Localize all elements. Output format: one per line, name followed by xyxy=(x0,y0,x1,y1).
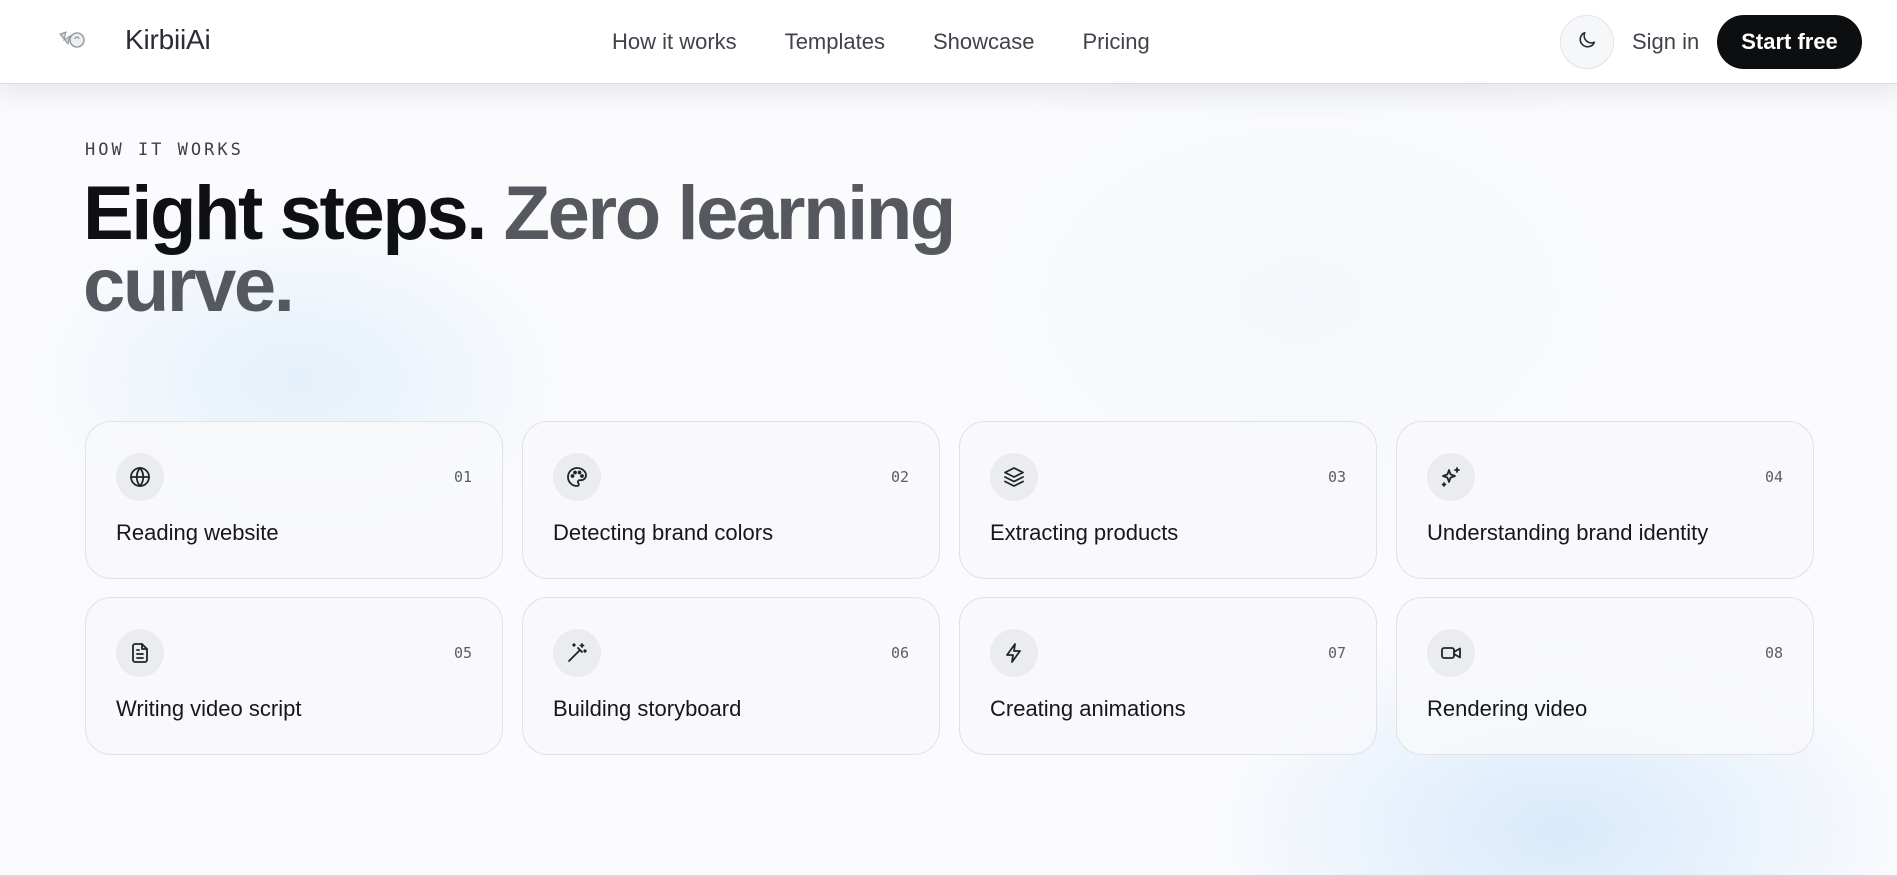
step-card: 05 Writing video script xyxy=(85,597,503,755)
start-free-button[interactable]: Start free xyxy=(1717,15,1862,69)
section-headline: Eight steps. Zero learning curve. xyxy=(83,176,983,324)
sign-in-link[interactable]: Sign in xyxy=(1632,28,1699,56)
step-label: Reading website xyxy=(116,520,279,545)
nav-link-showcase[interactable]: Showcase xyxy=(933,28,1035,56)
brand-name[interactable]: KirbiiAi xyxy=(125,24,211,56)
step-number: 07 xyxy=(1327,644,1346,662)
section-eyebrow: HOW IT WORKS xyxy=(85,140,244,160)
main-nav: How it works Templates Showcase Pricing xyxy=(612,28,1150,56)
step-label: Rendering video xyxy=(1427,696,1588,721)
step-label: Extracting products xyxy=(990,520,1179,545)
step-number: 03 xyxy=(1327,468,1346,486)
step-card: 03 Extracting products xyxy=(959,421,1377,579)
palette-icon xyxy=(553,453,601,501)
video-camera-icon xyxy=(1427,629,1475,677)
sparkle-logo-icon[interactable] xyxy=(56,24,90,58)
step-number: 05 xyxy=(453,644,472,662)
lightning-icon xyxy=(990,629,1038,677)
nav-link-how-it-works[interactable]: How it works xyxy=(612,28,737,56)
step-label: Writing video script xyxy=(116,696,302,721)
step-card: 04 Understanding brand identity xyxy=(1396,421,1814,579)
layers-icon xyxy=(990,453,1038,501)
step-label: Understanding brand identity xyxy=(1427,520,1709,545)
step-card: 06 Building storyboard xyxy=(522,597,940,755)
step-number: 02 xyxy=(890,468,909,486)
step-number: 08 xyxy=(1764,644,1783,662)
step-label: Creating animations xyxy=(990,696,1186,721)
step-card: 02 Detecting brand colors xyxy=(522,421,940,579)
top-nav-bar: KirbiiAi How it works Templates Showcase… xyxy=(0,0,1897,84)
step-number: 01 xyxy=(453,468,472,486)
step-card: 01 Reading website xyxy=(85,421,503,579)
document-icon xyxy=(116,629,164,677)
step-card: 08 Rendering video xyxy=(1396,597,1814,755)
step-number: 04 xyxy=(1764,468,1783,486)
step-label: Building storyboard xyxy=(553,696,742,721)
step-label: Detecting brand colors xyxy=(553,520,774,545)
sparkles-icon xyxy=(1427,453,1475,501)
nav-link-pricing[interactable]: Pricing xyxy=(1082,28,1149,56)
moon-icon xyxy=(1576,29,1598,56)
theme-toggle-button[interactable] xyxy=(1560,15,1614,69)
nav-link-templates[interactable]: Templates xyxy=(785,28,885,56)
steps-grid: 01 Reading website 02 Detecting brand co… xyxy=(85,421,1814,755)
globe-icon xyxy=(116,453,164,501)
magic-wand-icon xyxy=(553,629,601,677)
step-number: 06 xyxy=(890,644,909,662)
step-card: 07 Creating animations xyxy=(959,597,1377,755)
